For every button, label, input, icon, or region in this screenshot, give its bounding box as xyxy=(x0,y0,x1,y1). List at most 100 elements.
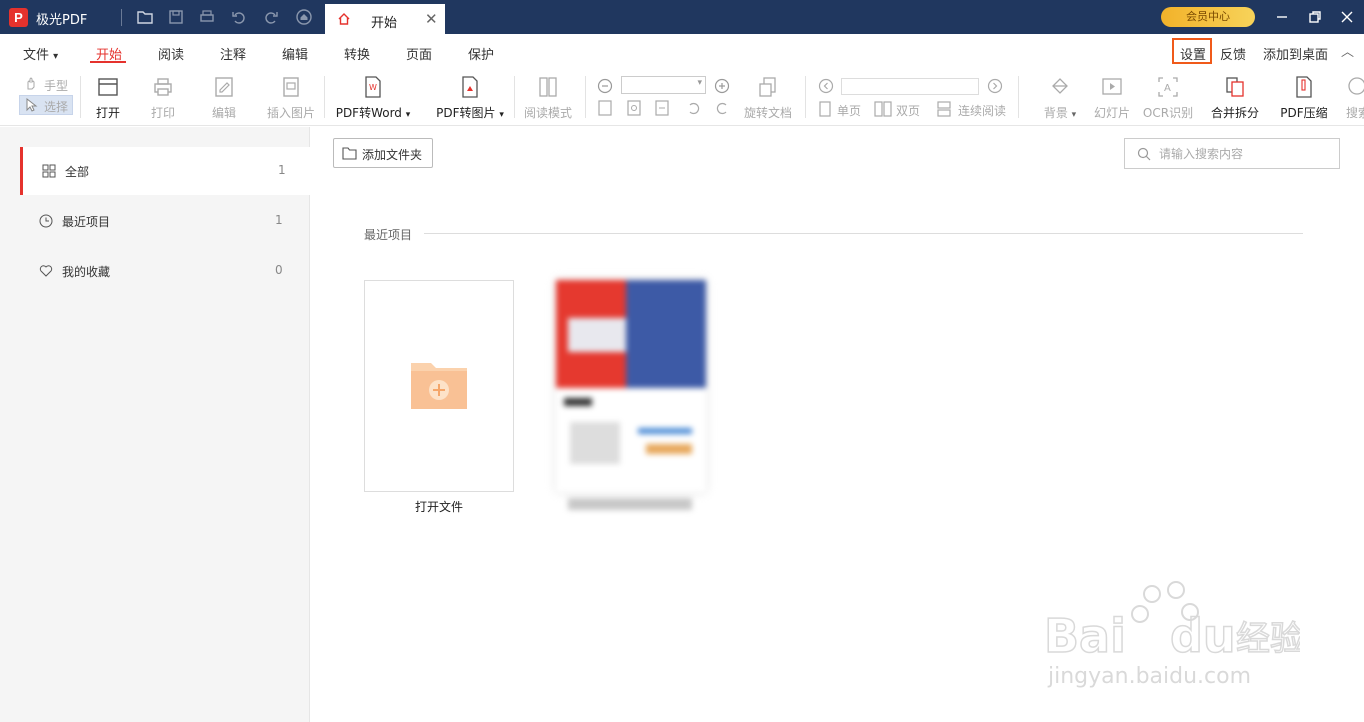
redo-icon[interactable] xyxy=(262,8,280,26)
add-to-desktop-button[interactable]: 添加到桌面 xyxy=(1263,44,1328,63)
search-box[interactable] xyxy=(1124,138,1340,169)
page-number-input[interactable] xyxy=(841,78,979,95)
minimize-icon[interactable] xyxy=(1273,8,1291,26)
edit-button[interactable]: 编辑 xyxy=(204,68,244,126)
zoom-select[interactable]: ▾ xyxy=(621,76,706,94)
divider xyxy=(805,76,806,118)
sidebar-item-count: 0 xyxy=(275,263,283,277)
divider xyxy=(1018,76,1019,118)
collapse-ribbon-icon[interactable]: ︿ xyxy=(1341,41,1354,60)
print-icon xyxy=(154,78,172,96)
hand-tool-label[interactable]: 手型 xyxy=(44,77,68,94)
divider xyxy=(121,9,122,26)
pdf-to-image-icon xyxy=(462,76,478,98)
close-tab-icon[interactable]: ✕ xyxy=(425,10,438,28)
menu-bar: 文件 ▾ 开始 阅读 注释 编辑 转换 页面 保护 设置 反馈 添加到桌面 ︿ xyxy=(0,34,1364,68)
print-button[interactable]: 打印 xyxy=(143,68,183,126)
single-page-icon xyxy=(819,101,831,117)
fit-page-icon[interactable] xyxy=(626,100,642,116)
rotate-right-icon[interactable] xyxy=(714,100,730,116)
reading-mode-button[interactable]: 阅读模式 xyxy=(522,68,574,126)
menu-file[interactable]: 文件 ▾ xyxy=(23,44,58,63)
continuous-read-button[interactable]: 连续阅读 xyxy=(958,102,1006,119)
select-tool-label: 选择 xyxy=(44,100,69,114)
select-tool-button[interactable]: 选择 xyxy=(19,95,73,115)
hand-icon xyxy=(27,77,35,90)
home-icon xyxy=(338,13,350,25)
close-window-icon[interactable] xyxy=(1338,8,1356,26)
background-button[interactable]: 背景 ▾ xyxy=(1036,68,1084,126)
grid-icon xyxy=(42,164,56,178)
recent-file-name[interactable] xyxy=(568,498,692,510)
menu-read[interactable]: 阅读 xyxy=(158,44,184,63)
pdf-to-word-button[interactable]: W PDF转Word ▾ xyxy=(332,68,414,126)
pdf-to-image-button[interactable]: PDF转图片 ▾ xyxy=(430,68,510,126)
svg-text:A: A xyxy=(1164,83,1171,94)
merge-split-button[interactable]: 合并拆分 xyxy=(1206,68,1264,126)
home-icon[interactable] xyxy=(295,8,313,26)
play-icon xyxy=(1102,78,1122,95)
title-bar: P 极光PDF 开始 ✕ 会员中心 xyxy=(0,0,1364,34)
menu-protect[interactable]: 保护 xyxy=(468,44,494,63)
restore-icon[interactable] xyxy=(1306,8,1324,26)
open-folder-icon xyxy=(98,78,118,96)
undo-icon[interactable] xyxy=(230,8,248,26)
folder-icon xyxy=(342,147,357,160)
rotate-document-icon xyxy=(759,77,776,97)
open-button[interactable]: 打开 xyxy=(88,68,128,126)
prev-page-icon[interactable] xyxy=(818,78,834,94)
search-icon xyxy=(1137,147,1151,161)
feedback-button[interactable]: 反馈 xyxy=(1220,44,1246,63)
menu-page[interactable]: 页面 xyxy=(406,44,432,63)
actual-size-icon[interactable] xyxy=(597,100,613,116)
thumbnail-image xyxy=(570,422,620,464)
menu-edit[interactable]: 编辑 xyxy=(282,44,308,63)
cursor-icon xyxy=(26,98,38,112)
svg-text:经验: 经验 xyxy=(1236,619,1300,659)
single-page-button[interactable]: 单页 xyxy=(837,102,861,119)
search-input[interactable] xyxy=(1159,145,1329,163)
vip-center-button[interactable]: 会员中心 xyxy=(1161,7,1255,27)
settings-highlight-box xyxy=(1172,38,1212,64)
add-folder-icon xyxy=(411,363,467,409)
divider xyxy=(80,76,81,118)
recent-file-thumbnail[interactable] xyxy=(556,280,706,492)
continuous-icon xyxy=(937,101,951,117)
menu-convert[interactable]: 转换 xyxy=(344,44,370,63)
slideshow-button[interactable]: 幻灯片 xyxy=(1092,68,1132,126)
svg-text:W: W xyxy=(369,83,377,92)
chevron-down-icon: ▾ xyxy=(697,78,702,88)
open-folder-icon[interactable] xyxy=(136,8,154,26)
pdf-compress-button[interactable]: PDF压缩 xyxy=(1276,68,1332,126)
save-icon[interactable] xyxy=(167,8,185,26)
compress-icon xyxy=(1296,76,1312,98)
search-icon xyxy=(1348,77,1364,95)
rotate-left-icon[interactable] xyxy=(686,100,702,116)
divider xyxy=(585,76,586,118)
add-folder-button[interactable]: 添加文件夹 xyxy=(333,138,433,168)
fit-width-icon[interactable] xyxy=(654,100,670,116)
print-icon[interactable] xyxy=(198,8,216,26)
search-tool-button[interactable]: 搜索 xyxy=(1342,68,1364,126)
thumbnail-image xyxy=(646,444,692,454)
menu-annotate[interactable]: 注释 xyxy=(220,44,246,63)
insert-image-button[interactable]: 插入图片 xyxy=(265,68,317,126)
ocr-button[interactable]: A OCR识别 xyxy=(1142,68,1194,126)
thumbnail-image xyxy=(564,398,592,406)
zoom-out-icon[interactable] xyxy=(597,78,613,94)
ocr-icon: A xyxy=(1158,77,1178,97)
open-file-card[interactable] xyxy=(364,280,514,492)
tab-home[interactable]: 开始 ✕ xyxy=(325,4,445,34)
double-page-button[interactable]: 双页 xyxy=(896,102,920,119)
zoom-in-icon[interactable] xyxy=(714,78,730,94)
sidebar-item-favorites[interactable]: 我的收藏 0 xyxy=(20,247,310,295)
svg-text:du: du xyxy=(1170,609,1236,663)
thumbnail-image xyxy=(638,428,692,434)
rotate-document-button[interactable]: 旋转文档 xyxy=(742,68,794,126)
sidebar-item-recent[interactable]: 最近项目 1 xyxy=(20,197,310,245)
sidebar-item-all[interactable]: 全部 1 xyxy=(20,147,310,195)
book-icon xyxy=(539,77,557,97)
heart-icon xyxy=(39,265,53,277)
open-file-label[interactable]: 打开文件 xyxy=(364,498,514,515)
next-page-icon[interactable] xyxy=(987,78,1003,94)
